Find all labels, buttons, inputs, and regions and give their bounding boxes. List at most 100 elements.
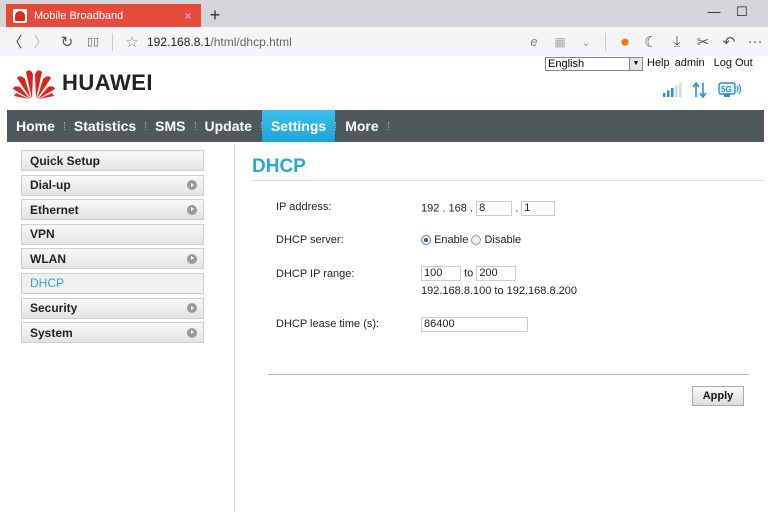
signal-icon	[663, 83, 682, 97]
forward-icon[interactable]: 〉	[28, 29, 54, 55]
ip-dot: .	[515, 202, 519, 215]
range-start-input[interactable]: 100	[421, 266, 461, 281]
new-tab-button[interactable]: +	[205, 4, 225, 26]
favorite-star-icon[interactable]: ☆	[119, 29, 145, 55]
svg-text:5G: 5G	[721, 85, 732, 94]
toolbar-divider	[605, 32, 606, 51]
expand-arrow-icon	[187, 327, 197, 338]
sidebar-item-label: Dial-up	[30, 178, 71, 193]
title-divider	[252, 180, 764, 181]
dhcp-server-label: DHCP server:	[276, 234, 344, 246]
nav-statistics[interactable]: Statistics	[65, 110, 145, 142]
huawei-favicon-icon	[13, 8, 27, 23]
nav-update[interactable]: Update	[196, 110, 261, 142]
sidebar-item-quick-setup[interactable]: Quick Setup	[21, 150, 204, 171]
sidebar-item-system[interactable]: System	[21, 322, 204, 344]
content-divider	[234, 144, 235, 512]
ip-range-summary: 192.168.8.100 to 192.168.8.200	[421, 285, 577, 297]
form-divider	[268, 374, 749, 375]
disable-radio[interactable]	[471, 235, 482, 246]
range-end-input[interactable]: 200	[476, 266, 517, 281]
language-select[interactable]: English ▼	[545, 57, 643, 71]
logout-link[interactable]: Log Out	[714, 57, 753, 69]
ip-octet-2: 168	[448, 202, 467, 215]
browser-tab[interactable]: Mobile Broadband ×	[6, 4, 201, 27]
5g-icon: 5G	[718, 82, 742, 97]
ip-octet-1: 192	[421, 202, 440, 215]
ie-mode-icon[interactable]: e	[521, 29, 547, 55]
sidebar-item-label: System	[30, 325, 73, 340]
page-title: DHCP	[252, 156, 306, 177]
toolbar-divider	[112, 32, 113, 51]
main-nav: Home Statistics SMS Update Settings More	[7, 110, 764, 142]
ip-octet-3-input[interactable]: 8	[476, 201, 513, 216]
sidebar-item-label: Ethernet	[30, 202, 79, 217]
enable-radio[interactable]	[421, 235, 431, 246]
language-value: English	[548, 58, 585, 70]
qr-code-icon[interactable]: ▦	[547, 29, 573, 55]
reading-view-icon[interactable]: ▯▯	[80, 29, 106, 55]
expand-arrow-icon	[187, 253, 197, 264]
more-icon[interactable]: ···	[742, 29, 768, 55]
lease-time-input[interactable]: 86400	[421, 317, 528, 332]
sidebar-item-label: VPN	[30, 227, 55, 242]
dropdown-arrow-icon[interactable]: ▼	[629, 58, 642, 70]
nav-home[interactable]: Home	[7, 110, 64, 142]
reload-icon[interactable]: ↻	[54, 29, 80, 55]
night-mode-icon[interactable]: ☾	[638, 29, 664, 55]
sidebar-item-label: Security	[30, 301, 78, 316]
settings-sidebar: Quick Setup Dial-up Ethernet VPN WLAN DH…	[21, 150, 204, 347]
tab-title: Mobile Broadband	[34, 9, 124, 22]
ip-range-fields: 100 to 200	[421, 266, 517, 281]
nav-separator	[387, 122, 389, 130]
browser-tab-bar: Mobile Broadband × + — ☐	[0, 0, 768, 27]
minimize-button[interactable]: —	[700, 2, 728, 22]
address-path: /html/dhcp.html	[210, 34, 292, 49]
lease-time-label: DHCP lease time (s):	[276, 318, 380, 330]
header-links: Help admin Log Out	[647, 57, 753, 69]
sidebar-item-dial-up[interactable]: Dial-up	[21, 174, 204, 196]
sidebar-item-dhcp[interactable]: DHCP	[21, 272, 204, 294]
sidebar-item-ethernet[interactable]: Ethernet	[21, 199, 204, 221]
ip-dot: .	[442, 202, 446, 215]
huawei-petal-icon	[13, 70, 55, 99]
dhcp-server-options: Enable Disable	[421, 234, 521, 246]
sidebar-item-security[interactable]: Security	[21, 297, 204, 319]
status-icons: 5G	[662, 82, 742, 98]
ip-address-label: IP address:	[276, 201, 332, 213]
help-link[interactable]: Help	[647, 57, 670, 69]
sidebar-item-label: Quick Setup	[30, 153, 101, 168]
maximize-button[interactable]: ☐	[728, 2, 756, 22]
brand-name: HUAWEI	[62, 70, 153, 95]
address-bar[interactable]: 192.168.8.1/html/dhcp.html	[147, 35, 292, 49]
close-tab-icon[interactable]: ×	[179, 9, 197, 23]
download-icon[interactable]: ⤓	[664, 29, 690, 55]
huawei-logo: HUAWEI	[12, 66, 153, 100]
expand-arrow-icon	[187, 180, 197, 191]
range-to-label: to	[464, 267, 474, 280]
admin-link[interactable]: admin	[675, 57, 705, 69]
disable-label[interactable]: Disable	[484, 234, 521, 246]
expand-arrow-icon	[187, 303, 197, 314]
nav-sms[interactable]: SMS	[146, 110, 194, 142]
ip-octet-4-input[interactable]: 1	[521, 201, 556, 216]
ip-dot: .	[469, 202, 474, 215]
apply-button[interactable]: Apply	[692, 386, 744, 406]
browser-toolbar: 〈 〉 ↻ ▯▯ ☆ 192.168.8.1/html/dhcp.html e …	[0, 27, 768, 56]
sidebar-item-label: DHCP	[30, 276, 65, 291]
undo-icon[interactable]: ↶	[716, 29, 742, 55]
ip-address-field: 192 . 168 . 8 . 1	[421, 201, 556, 216]
address-host: 192.168.8.1	[147, 34, 211, 49]
chevron-down-icon[interactable]: ⌄	[573, 29, 599, 55]
enable-label[interactable]: Enable	[434, 234, 468, 246]
lease-time-field: 86400	[421, 317, 528, 332]
nav-more[interactable]: More	[336, 110, 387, 142]
scissors-icon[interactable]: ✂	[690, 29, 716, 55]
sidebar-item-wlan[interactable]: WLAN	[21, 248, 204, 270]
back-icon[interactable]: 〈	[2, 29, 28, 55]
nav-settings[interactable]: Settings	[261, 110, 336, 142]
game-controller-icon[interactable]: ●	[612, 29, 638, 55]
sidebar-item-label: WLAN	[30, 251, 66, 266]
sidebar-item-vpn[interactable]: VPN	[21, 223, 204, 245]
router-page: HUAWEI English ▼ Help admin Log Out 5G H…	[0, 56, 768, 512]
